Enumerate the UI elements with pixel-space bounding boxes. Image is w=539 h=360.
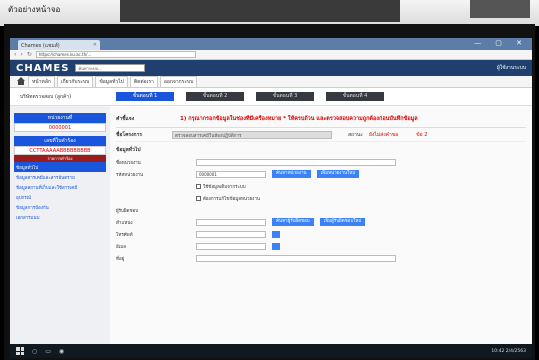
status-value: ยังไม่ส่งคำขอ	[369, 131, 399, 138]
screen: Chames (แชมส์) ✕ — ▢ ✕ ‹ › ↻ https://cha…	[10, 38, 532, 358]
back-icon[interactable]: ‹	[14, 51, 16, 58]
form-row-7: โทรศัพท์	[116, 228, 526, 240]
project-label: ชื่อโครงการ	[116, 131, 143, 138]
form-row-4: ต้องการแก้ไขข้อมูลหน่วยงาน	[116, 192, 526, 204]
phone-input[interactable]	[196, 230, 266, 238]
email-picker-button[interactable]	[272, 242, 280, 250]
field-label: อีเมล	[116, 244, 126, 250]
field-label: รหัสหน่วยงาน	[116, 172, 144, 178]
sidebar-item-general[interactable]: ข้อมูลทั่วไป	[14, 162, 106, 172]
menu-item-info[interactable]: ข้อมูลทั่วไป	[95, 75, 128, 88]
step-4[interactable]: ขั้นตอนที่ 4	[326, 92, 384, 101]
sidebar-item-attachments[interactable]: เอกสารแนบ	[14, 212, 106, 222]
menu-item-about[interactable]: เกี่ยวกับระบบ	[56, 75, 94, 88]
step-2[interactable]: ขั้นตอนที่ 2	[186, 92, 244, 101]
add-person-button[interactable]: เพิ่มผู้รับผิดชอบใหม่	[319, 218, 366, 226]
search-icon[interactable]: ○	[32, 348, 37, 355]
browser-tabbar: Chames (แชมส์) ✕ — ▢ ✕	[10, 38, 532, 50]
user-menu[interactable]: ผู้ใช้งานระบบ	[497, 64, 526, 72]
address-bar: ‹ › ↻ https://chames.ku.ac.th/...	[10, 50, 532, 60]
monitor-frame: Chames (แชมส์) ✕ — ▢ ✕ ‹ › ↻ https://cha…	[4, 24, 535, 360]
section-title: ข้อมูลทั่วไป	[116, 147, 141, 153]
window-controls[interactable]: — ▢ ✕	[474, 39, 528, 47]
photo-background-top: ตัวอย่างหน้าจอ	[0, 0, 539, 26]
field-label: ผู้รับผิดชอบ	[116, 208, 139, 214]
app-logo[interactable]: CHAMES	[16, 63, 69, 74]
warning-text: ข้อ 2	[416, 131, 428, 138]
search-unit-button[interactable]: ค้นหาหน่วยงาน	[272, 170, 311, 178]
step-bar-label: บริษัทตรวจสอบ (ลูกค้า)	[20, 93, 72, 100]
sidebar: หน่วยงานที่ 0000001 เลขที่ใบคำร้อง CCTTA…	[10, 106, 110, 358]
windows-start-icon[interactable]	[16, 347, 24, 355]
os-taskbar: ○ ▭ ◉ 10:42 2/4/2563	[10, 344, 532, 358]
photo-caption: ตัวอย่างหน้าจอ	[8, 5, 61, 14]
reload-icon[interactable]: ↻	[27, 51, 32, 58]
checkbox-label: ใช้ข้อมูลเดิมจากระบบ	[203, 184, 246, 190]
position-input[interactable]	[196, 218, 266, 226]
address-input[interactable]	[196, 254, 396, 262]
forward-icon[interactable]: ›	[20, 51, 22, 58]
sidebar-item-chemicals[interactable]: ข้อมูลสารเคมีและสารอันตราย	[14, 172, 106, 182]
form-row-6: ตำแหน่ง ค้นหาผู้รับผิดชอบ เพิ่มผู้รับผิด…	[116, 216, 526, 228]
menu-item-home[interactable]: หน้าหลัก	[28, 75, 55, 88]
sidebar-value-unit: 0000001	[14, 123, 106, 132]
field-label: ตำแหน่ง	[116, 220, 133, 226]
sidebar-item-protection[interactable]: ข้อมูลการป้องกัน	[14, 202, 106, 212]
app-search-input[interactable]: ค้นหาระบบ...	[75, 64, 146, 72]
task-view-icon[interactable]: ▭	[45, 348, 51, 355]
checkbox-icon[interactable]	[196, 195, 201, 201]
form-row-8: อีเมล	[116, 240, 526, 252]
edit-unit-checkbox[interactable]: ต้องการแก้ไขข้อมูลหน่วยงาน	[196, 195, 260, 202]
sidebar-item-storage[interactable]: ข้อมูลสถานที่เก็บและใช้สารเคมี	[14, 182, 106, 192]
form-row-3: ใช้ข้อมูลเดิมจากระบบ	[116, 180, 526, 192]
app-header: CHAMES ค้นหาระบบ... ผู้ใช้งานระบบ	[10, 60, 532, 76]
sidebar-head-unit: หน่วยงานที่	[14, 113, 106, 123]
notice-label: คำชี้แจง	[116, 115, 135, 122]
main-menu: หน้าหลัก เกี่ยวกับระบบ ข้อมูลทั่วไป ติดต…	[10, 75, 532, 88]
sidebar-red-label: รายการคำร้อง	[14, 155, 106, 162]
close-tab-icon[interactable]: ✕	[93, 42, 97, 48]
notice-row: คำชี้แจง 1) กรุณากรอกข้อมูลในช่องที่มีเค…	[116, 110, 526, 128]
notice-text: 1) กรุณากรอกข้อมูลในช่องที่มีเครื่องหมาย…	[180, 115, 418, 122]
content-area: หน่วยงานที่ 0000001 เลขที่ใบคำร้อง CCTTA…	[10, 106, 532, 358]
form-row-1: ชื่อหน่วยงาน	[116, 156, 526, 168]
status-label: สถานะ	[348, 131, 363, 138]
search-person-button[interactable]: ค้นหาผู้รับผิดชอบ	[272, 218, 314, 226]
sidebar-item-equipment[interactable]: อุปกรณ์	[14, 192, 106, 202]
form-row-2: รหัสหน่วยงาน 0000001 ค้นหาหน่วยงาน เพิ่ม…	[116, 168, 526, 180]
field-label: ที่อยู่	[116, 256, 125, 262]
field-label: ชื่อหน่วยงาน	[116, 160, 141, 166]
sidebar-value-request: CCTTAAAAABBBBBBBBB	[14, 146, 106, 155]
checkbox-label: ต้องการแก้ไขข้อมูลหน่วยงาน	[203, 196, 260, 202]
unit-code-input[interactable]: 0000001	[196, 170, 266, 178]
use-existing-checkbox[interactable]: ใช้ข้อมูลเดิมจากระบบ	[196, 183, 246, 190]
browser-app-icon[interactable]: ◉	[59, 348, 64, 355]
browser-tab[interactable]: Chames (แชมส์) ✕	[18, 40, 100, 50]
home-icon[interactable]	[16, 77, 26, 86]
menu-item-logout[interactable]: ออกจากระบบ	[159, 75, 198, 88]
checkbox-icon[interactable]	[196, 183, 201, 189]
add-unit-button[interactable]: เพิ่มหน่วยงานใหม่	[316, 170, 360, 178]
field-label: โทรศัพท์	[116, 232, 133, 238]
project-row: ชื่อโครงการ ตรวจสอบสารเคมีในห้องปฏิบัติก…	[116, 128, 526, 142]
main-panel: คำชี้แจง 1) กรุณากรอกข้อมูลในช่องที่มีเค…	[110, 106, 532, 358]
step-bar: บริษัทตรวจสอบ (ลูกค้า) ขั้นตอนที่ 1 ขั้น…	[10, 88, 532, 106]
menu-item-contact[interactable]: ติดต่อเรา	[129, 75, 158, 88]
url-input[interactable]: https://chames.ku.ac.th/...	[35, 51, 196, 58]
email-input[interactable]	[196, 242, 266, 250]
unit-name-input[interactable]	[196, 158, 396, 166]
sidebar-head-request: เลขที่ใบคำร้อง	[14, 136, 106, 146]
step-1[interactable]: ขั้นตอนที่ 1	[116, 92, 174, 101]
step-3[interactable]: ขั้นตอนที่ 3	[256, 92, 314, 101]
taskbar-clock: 10:42 2/4/2563	[491, 348, 526, 354]
phone-picker-button[interactable]	[272, 230, 280, 238]
form-row-5: ผู้รับผิดชอบ	[116, 204, 526, 216]
project-field: ตรวจสอบสารเคมีในห้องปฏิบัติการ	[172, 130, 332, 139]
tab-title: Chames (แชมส์)	[21, 43, 60, 49]
form-row-9: ที่อยู่	[116, 252, 526, 264]
